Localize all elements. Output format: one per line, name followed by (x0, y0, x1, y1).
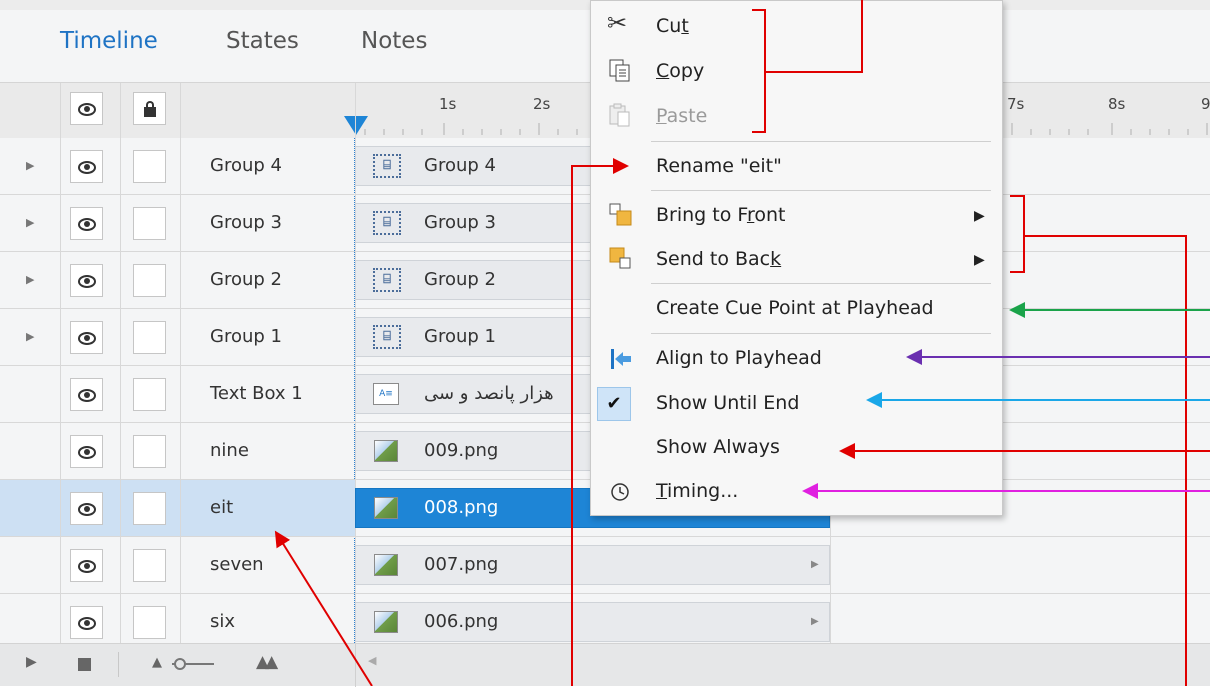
annotation-overlay (274, 0, 1210, 686)
